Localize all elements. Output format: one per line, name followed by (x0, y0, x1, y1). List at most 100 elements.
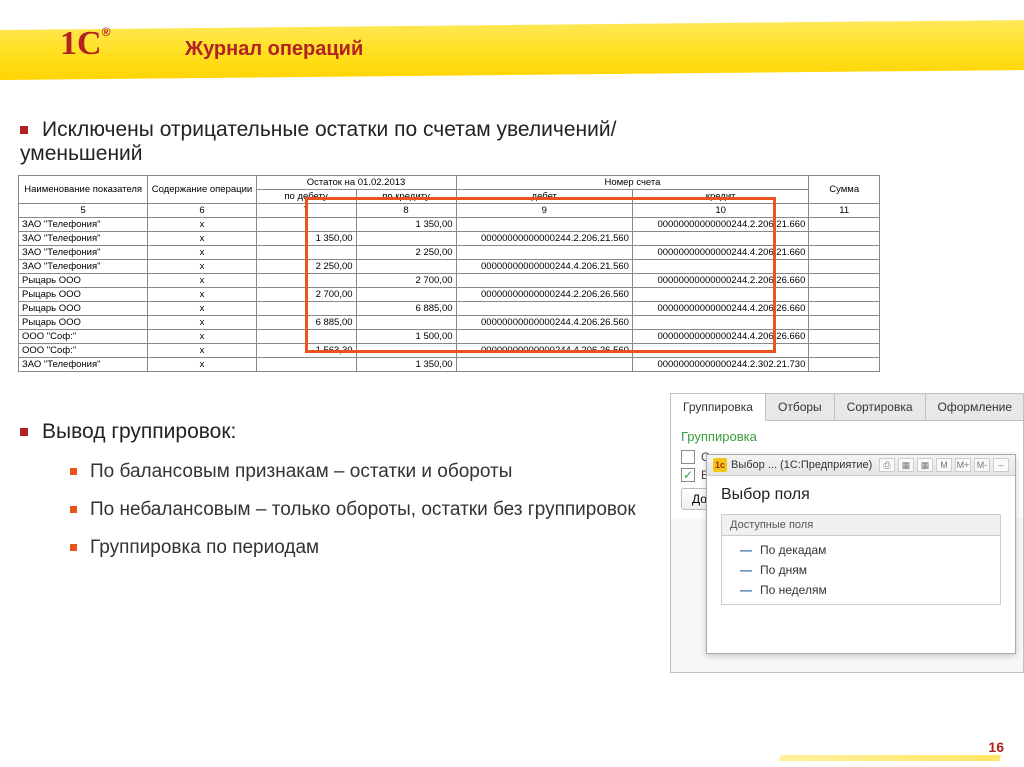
table-row: ЗАО "Телефония"х1 350,000000000000000024… (19, 218, 880, 232)
table-cell (456, 330, 632, 344)
table-cell (256, 274, 356, 288)
table-cell (356, 288, 456, 302)
bullet-text: Вывод группировок: (42, 420, 236, 443)
table-cell: 00000000000000244.2.206.26.560 (456, 288, 632, 302)
th-balance: Остаток на 01.02.2013 (256, 176, 456, 190)
bullet-icon (20, 428, 28, 436)
table-cell: ООО "Соф:" (19, 344, 148, 358)
calc-icon[interactable]: ▦ (898, 458, 914, 472)
table-cell (632, 316, 808, 330)
m-button[interactable]: M (936, 458, 952, 472)
table-cell: х (148, 302, 256, 316)
table-cell: 6 885,00 (256, 316, 356, 330)
table-cell: Рыцарь ООО (19, 274, 148, 288)
table-cell (456, 302, 632, 316)
table-cell: Рыцарь ООО (19, 288, 148, 302)
table-cell: 2 250,00 (356, 246, 456, 260)
table-cell: ЗАО "Телефония" (19, 218, 148, 232)
table-cell: х (148, 316, 256, 330)
table-cell: 1 350,00 (356, 358, 456, 372)
table-cell: 1 350,00 (356, 218, 456, 232)
calendar-icon[interactable]: ▦ (917, 458, 933, 472)
checkbox-icon[interactable] (681, 468, 695, 482)
table-cell: ООО "Соф:" (19, 330, 148, 344)
table-row: ЗАО "Телефония"х2 250,000000000000000024… (19, 246, 880, 260)
table-cell (456, 274, 632, 288)
table-cell: х (148, 288, 256, 302)
minimize-icon[interactable]: – (993, 458, 1009, 472)
dash-icon: — (740, 583, 752, 597)
table-cell: 1 563,30 (256, 344, 356, 358)
dash-icon: — (740, 543, 752, 557)
table-cell: х (148, 330, 256, 344)
th-account: Номер счета (456, 176, 809, 190)
tab-grouping[interactable]: Группировка (671, 394, 766, 421)
table-cell (356, 344, 456, 358)
sub-bullet-list: По балансовым признакам – остатки и обор… (70, 460, 640, 573)
table-cell: ЗАО "Телефония" (19, 358, 148, 372)
settings-panel: Группировка Отборы Сортировка Оформление… (670, 393, 1024, 673)
logo-1c: 1С® (60, 25, 110, 63)
bullet-main-1: Исключены отрицательные остатки по счета… (20, 118, 660, 166)
table-cell (356, 232, 456, 246)
table-cell (809, 344, 880, 358)
panel-section-title: Группировка (681, 429, 1013, 444)
table-cell: х (148, 358, 256, 372)
table-cell (356, 260, 456, 274)
table-cell: 00000000000000244.2.302.21.730 (632, 358, 808, 372)
table-row: ООО "Соф:"х1 500,0000000000000000244.4.2… (19, 330, 880, 344)
table-header-row: Наименование показателя Содержание опера… (19, 176, 880, 190)
available-fields-box: Доступные поля —По декадам —По дням —По … (721, 514, 1001, 605)
table-row: ЗАО "Телефония"х2 250,000000000000000024… (19, 260, 880, 274)
th-name: Наименование показателя (19, 176, 148, 204)
field-item[interactable]: —По декадам (722, 540, 1000, 560)
window-caption: Выбор ... (1С:Предприятие) (731, 459, 875, 471)
checkbox-icon[interactable] (681, 450, 695, 464)
table-cell (809, 274, 880, 288)
m-minus-button[interactable]: M- (974, 458, 990, 472)
table-cell (632, 232, 808, 246)
table-cell: 1 350,00 (256, 232, 356, 246)
bullet-main-2: Вывод группировок: (20, 420, 640, 444)
table-cell (256, 218, 356, 232)
table-cell: 2 250,00 (256, 260, 356, 274)
table-row: Рыцарь ОООх6 885,0000000000000000244.4.2… (19, 302, 880, 316)
table-cell (809, 288, 880, 302)
tabs-bar: Группировка Отборы Сортировка Оформление (671, 394, 1023, 421)
table-cell: х (148, 274, 256, 288)
table-cell: 00000000000000244.4.206.26.660 (632, 302, 808, 316)
decorative-stripe (779, 755, 1001, 761)
th-credit: по кредиту (356, 190, 456, 204)
th-sum: Сумма (809, 176, 880, 204)
table-cell (256, 358, 356, 372)
field-item[interactable]: —По дням (722, 560, 1000, 580)
table-cell: ЗАО "Телефония" (19, 246, 148, 260)
tab-styling[interactable]: Оформление (926, 394, 1024, 420)
m-plus-button[interactable]: M+ (955, 458, 971, 472)
bullet-icon (20, 126, 28, 134)
sub-bullet-item: По балансовым признакам – остатки и обор… (70, 460, 640, 484)
table-cell (632, 288, 808, 302)
table-cell (256, 246, 356, 260)
table-cell: ЗАО "Телефония" (19, 260, 148, 274)
tab-sorting[interactable]: Сортировка (835, 394, 926, 420)
table-cell (256, 302, 356, 316)
table-cell: 00000000000000244.2.206.21.560 (456, 232, 632, 246)
tab-filters[interactable]: Отборы (766, 394, 835, 420)
table-cell: х (148, 232, 256, 246)
table-cell (809, 330, 880, 344)
th-debit: по дебету (256, 190, 356, 204)
header-stripe (0, 20, 1024, 80)
table-cell (809, 260, 880, 274)
table-cell: 2 700,00 (356, 274, 456, 288)
table-cell (809, 246, 880, 260)
table-row: ЗАО "Телефония"х 1 350,00 0000000000000024… (19, 358, 880, 372)
field-list: —По декадам —По дням —По неделям (722, 536, 1000, 604)
field-item[interactable]: —По неделям (722, 580, 1000, 600)
table-cell (809, 218, 880, 232)
print-icon[interactable]: ⎙ (879, 458, 895, 472)
th-op: Содержание операции (148, 176, 256, 204)
window-titlebar: 1c Выбор ... (1С:Предприятие) ⎙ ▦ ▦ M M+… (707, 455, 1015, 476)
window-toolbar-icons: ⎙ ▦ ▦ M M+ M- – (879, 458, 1009, 472)
table-cell: 00000000000000244.2.206.26.660 (632, 274, 808, 288)
